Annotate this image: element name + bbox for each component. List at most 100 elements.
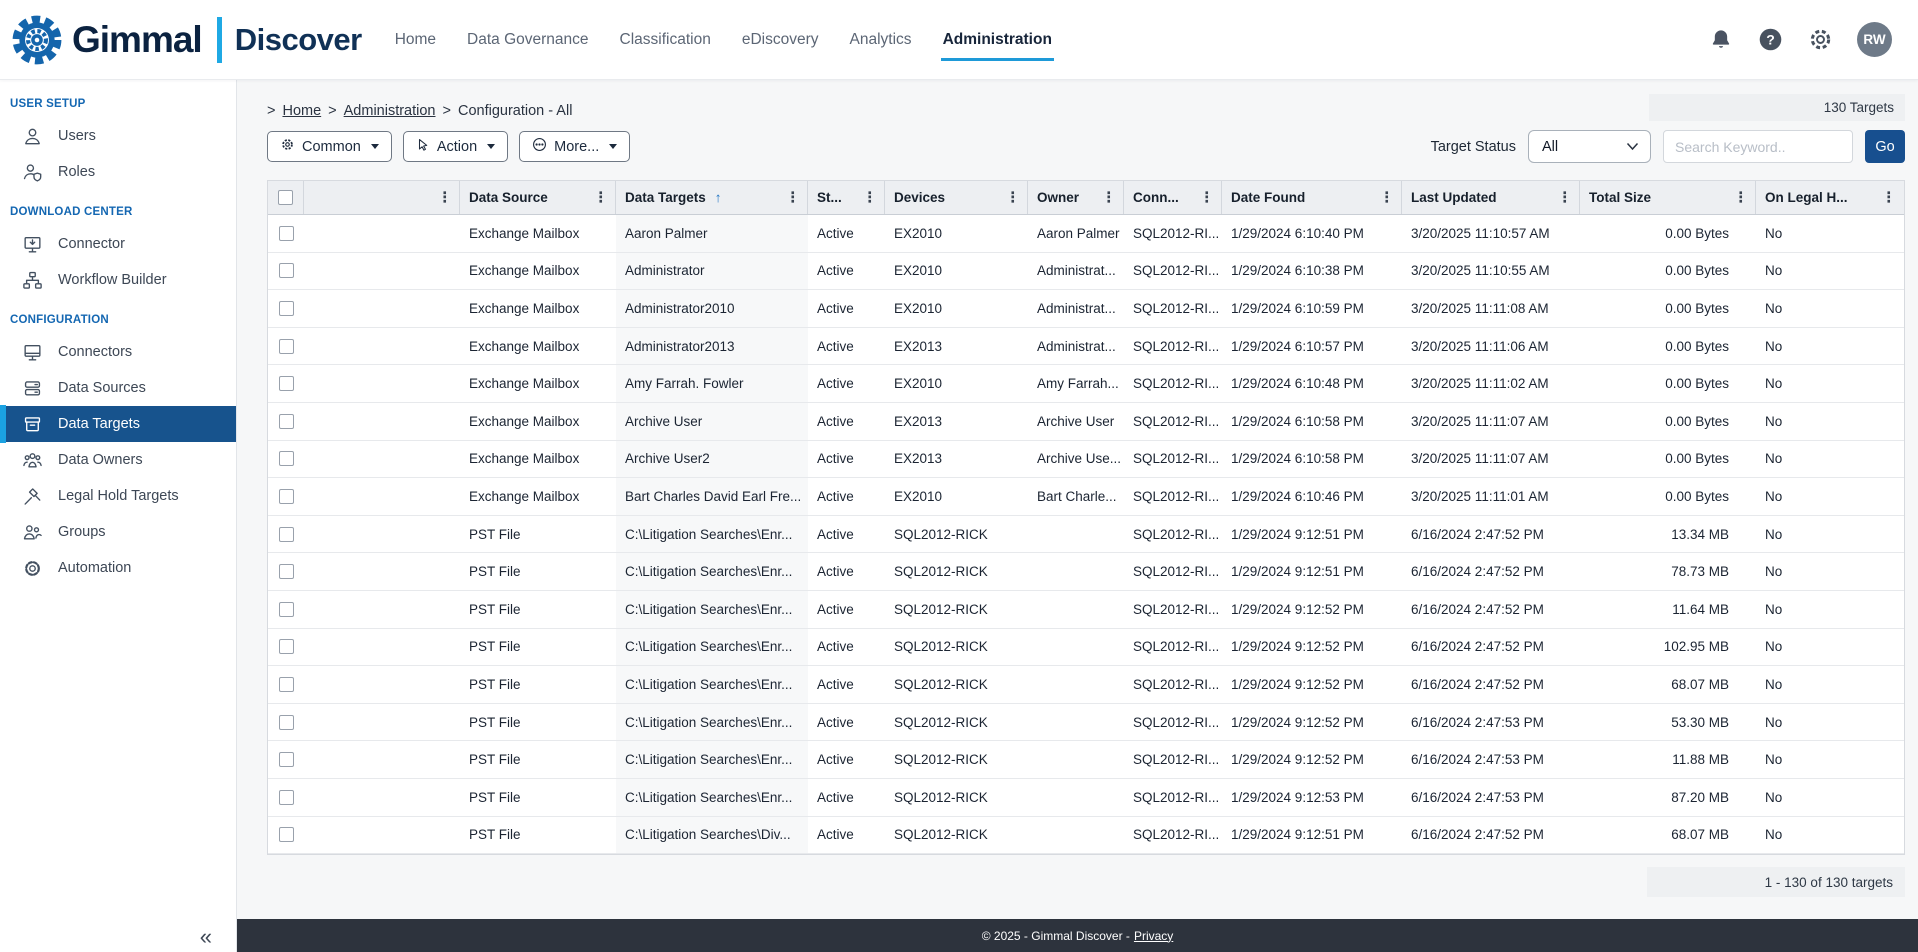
column-menu-icon[interactable]: ⋮ [1096,190,1117,206]
row-checkbox[interactable] [279,527,294,542]
app-root: Gimmal Discover Home Data Governance Class… [0,0,1918,952]
privacy-link[interactable]: Privacy [1134,929,1173,943]
monitor-icon [21,341,43,363]
sidebar-item-users[interactable]: Users [0,118,236,154]
users-group-icon [21,449,43,471]
sidebar-item-groups[interactable]: Groups [0,514,236,550]
column-menu-icon[interactable]: ⋮ [1374,190,1395,206]
table-row[interactable]: PST FileC:\Litigation Searches\Enr...Act… [268,666,1904,704]
table-row[interactable]: PST FileC:\Litigation Searches\Enr...Act… [268,591,1904,629]
column-menu-icon[interactable]: ⋮ [432,190,453,206]
table-row[interactable]: Exchange MailboxAdministratorActiveEX201… [268,253,1904,291]
column-header-actions[interactable]: ⋮ [304,181,460,214]
cell-owner: Bart Charle... [1028,478,1124,515]
nav-classification[interactable]: Classification [620,0,711,80]
row-checkbox[interactable] [279,489,294,504]
column-header-data-targets[interactable]: Data Targets↑⋮ [616,181,808,214]
go-button[interactable]: Go [1865,130,1905,163]
table-row[interactable]: Exchange MailboxArchive User2ActiveEX201… [268,441,1904,479]
table-row[interactable]: PST FileC:\Litigation Searches\Enr...Act… [268,704,1904,742]
table-row[interactable]: Exchange MailboxAmy Farrah. FowlerActive… [268,365,1904,403]
help-icon[interactable]: ? [1757,26,1784,53]
monitor-download-icon [21,233,43,255]
breadcrumb-administration[interactable]: Administration [344,103,436,119]
action-button[interactable]: Action [403,131,508,162]
column-menu-icon[interactable]: ⋮ [1552,190,1573,206]
search-input[interactable] [1663,130,1853,163]
row-checkbox[interactable] [279,639,294,654]
cell-on-legal-hold: No [1756,290,1903,327]
select-all-checkbox[interactable] [278,190,293,205]
bell-icon[interactable] [1708,27,1734,53]
row-checkbox[interactable] [279,602,294,617]
column-header-owner[interactable]: Owner⋮ [1028,181,1124,214]
sidebar-item-roles[interactable]: Roles [0,154,236,190]
column-header-total-size[interactable]: Total Size⋮ [1580,181,1756,214]
row-checkbox[interactable] [279,263,294,278]
column-header-connection[interactable]: Conn...⋮ [1124,181,1222,214]
table-row[interactable]: PST FileC:\Litigation Searches\Div...Act… [268,817,1904,855]
sidebar-item-data-targets[interactable]: Data Targets [0,406,236,442]
column-header-data-source[interactable]: Data Source⋮ [460,181,616,214]
column-header-devices[interactable]: Devices⋮ [885,181,1028,214]
nav-ediscovery[interactable]: eDiscovery [742,0,819,80]
settings-gear-icon[interactable] [1807,26,1834,53]
table-row[interactable]: PST FileC:\Litigation Searches\Enr...Act… [268,629,1904,667]
sidebar-item-legal-hold-targets[interactable]: Legal Hold Targets [0,478,236,514]
column-header-last-updated[interactable]: Last Updated⋮ [1402,181,1580,214]
table-row[interactable]: Exchange MailboxArchive UserActiveEX2013… [268,403,1904,441]
column-menu-icon[interactable]: ⋮ [1728,190,1749,206]
nav-data-governance[interactable]: Data Governance [467,0,589,80]
sidebar-item-workflow-builder[interactable]: Workflow Builder [0,262,236,298]
sidebar-collapse-icon[interactable]: « [200,926,212,948]
table-row[interactable]: Exchange MailboxAdministrator2010ActiveE… [268,290,1904,328]
sidebar-item-data-sources[interactable]: Data Sources [0,370,236,406]
row-checkbox[interactable] [279,376,294,391]
column-menu-icon[interactable]: ⋮ [1194,190,1215,206]
breadcrumb-home[interactable]: Home [282,103,321,119]
more-button[interactable]: More... [519,131,630,162]
row-checkbox[interactable] [279,451,294,466]
row-checkbox[interactable] [279,414,294,429]
cell-devices: EX2010 [885,290,1028,327]
row-checkbox[interactable] [279,715,294,730]
table-row[interactable]: Exchange MailboxAaron PalmerActiveEX2010… [268,215,1904,253]
nav-home[interactable]: Home [395,0,436,80]
row-checkbox[interactable] [279,752,294,767]
sidebar-item-label: Roles [58,164,95,180]
table-row[interactable]: Exchange MailboxAdministrator2013ActiveE… [268,328,1904,366]
row-checkbox[interactable] [279,564,294,579]
table-row[interactable]: PST FileC:\Litigation Searches\Enr...Act… [268,741,1904,779]
column-header-select[interactable] [268,181,304,214]
sidebar-item-connector[interactable]: Connector [0,226,236,262]
nav-analytics[interactable]: Analytics [850,0,912,80]
column-menu-icon[interactable]: ⋮ [780,190,801,206]
sidebar-item-connectors[interactable]: Connectors [0,334,236,370]
brand-logo[interactable]: Gimmal Discover [10,12,362,68]
user-avatar[interactable]: RW [1857,22,1892,57]
column-menu-icon[interactable]: ⋮ [857,190,878,206]
table-row[interactable]: PST FileC:\Litigation Searches\Enr...Act… [268,553,1904,591]
sidebar-item-data-owners[interactable]: Data Owners [0,442,236,478]
table-row[interactable]: PST FileC:\Litigation Searches\Enr...Act… [268,779,1904,817]
sidebar-item-automation[interactable]: Automation [0,550,236,586]
column-header-on-legal-hold[interactable]: On Legal H...⋮ [1756,181,1903,214]
row-checkbox[interactable] [279,339,294,354]
row-checkbox[interactable] [279,790,294,805]
column-menu-icon[interactable]: ⋮ [1876,190,1897,206]
cell-on-legal-hold: No [1756,553,1903,590]
row-checkbox[interactable] [279,677,294,692]
column-header-status[interactable]: St...⋮ [808,181,885,214]
row-checkbox[interactable] [279,301,294,316]
common-button[interactable]: Common [267,131,392,162]
nav-administration[interactable]: Administration [943,0,1052,80]
table-row[interactable]: PST FileC:\Litigation Searches\Enr...Act… [268,516,1904,554]
row-checkbox[interactable] [279,226,294,241]
row-checkbox[interactable] [279,827,294,842]
target-status-select[interactable]: All [1528,130,1651,163]
column-header-date-found[interactable]: Date Found⋮ [1222,181,1402,214]
table-row[interactable]: Exchange MailboxBart Charles David Earl … [268,478,1904,516]
column-menu-icon[interactable]: ⋮ [588,190,609,206]
column-menu-icon[interactable]: ⋮ [1000,190,1021,206]
cell-owner [1028,704,1124,741]
